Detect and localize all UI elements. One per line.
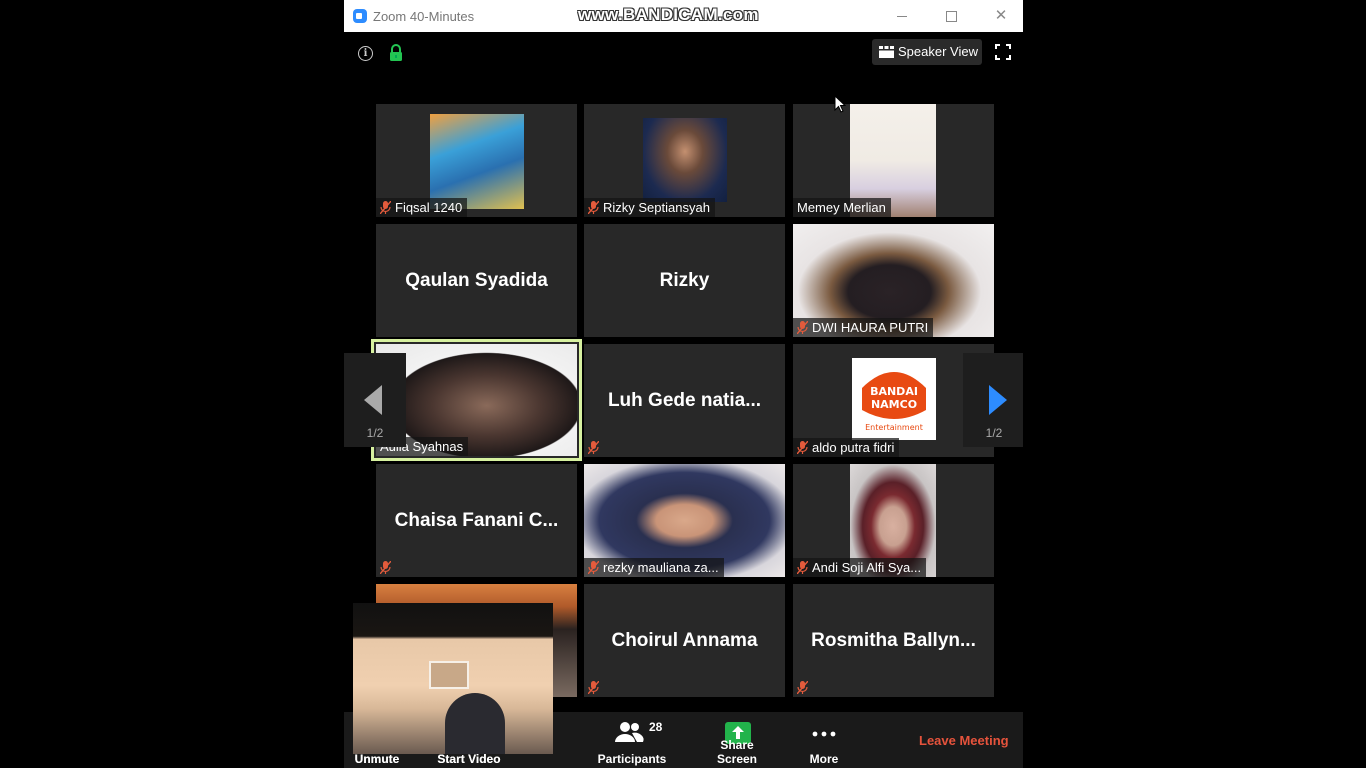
title-bar: Zoom 40-Minutes www.BANDICAM.com ✕ xyxy=(344,0,1023,32)
participant-display-name: Rosmitha Ballyn... xyxy=(811,630,976,651)
encryption-lock-icon[interactable] xyxy=(388,44,404,62)
start-video-overlay-label: Start Video xyxy=(437,752,501,766)
previous-page-button[interactable]: 1/2 xyxy=(344,353,406,447)
participant-name-label: DWI HAURA PUTRI xyxy=(793,318,934,337)
self-view-figure xyxy=(445,693,505,754)
arrow-left-icon xyxy=(364,385,382,415)
close-button[interactable]: ✕ xyxy=(991,6,1011,26)
participant-name-label xyxy=(584,438,608,457)
participant-tile[interactable]: Memey Merlian xyxy=(793,104,994,217)
muted-mic-icon xyxy=(588,441,599,454)
zoom-logo-icon xyxy=(353,9,367,23)
more-button[interactable]: More xyxy=(804,712,844,768)
page-indicator: 1/2 xyxy=(366,426,384,440)
participant-video xyxy=(643,118,727,202)
muted-mic-icon xyxy=(797,441,808,454)
bandai-namco-logo: BANDAI NAMCO Entertainment xyxy=(862,372,926,432)
unmute-overlay-label: Unmute xyxy=(354,752,400,766)
muted-mic-icon xyxy=(588,201,599,214)
speaker-view-button[interactable]: Speaker View xyxy=(872,39,982,65)
participant-name-label xyxy=(376,558,400,577)
participant-display-name: Qaulan Syadida xyxy=(405,270,548,291)
participant-name-label: aldo putra fidri xyxy=(793,438,900,457)
maximize-button[interactable] xyxy=(941,6,961,26)
leave-meeting-button[interactable]: Leave Meeting xyxy=(919,733,1009,748)
fullscreen-icon[interactable] xyxy=(995,44,1011,60)
participant-name-label: Memey Merlian xyxy=(793,198,891,217)
muted-mic-icon xyxy=(380,201,391,214)
participants-button[interactable]: 28 Participants xyxy=(594,712,670,768)
svg-text:NAMCO: NAMCO xyxy=(871,398,917,411)
zoom-window: Zoom 40-Minutes www.BANDICAM.com ✕ i Spe… xyxy=(344,0,1023,768)
participant-display-name: Choirul Annama xyxy=(611,630,758,651)
participants-count: 28 xyxy=(649,720,663,734)
muted-mic-icon xyxy=(588,681,599,694)
share-screen-button[interactable]: Share Screen xyxy=(699,712,775,768)
participant-display-name: Chaisa Fanani C... xyxy=(394,510,559,531)
mouse-cursor-icon xyxy=(834,95,846,113)
participant-tile[interactable]: Rizky xyxy=(584,224,785,337)
participant-tile[interactable]: Chaisa Fanani C... xyxy=(376,464,577,577)
participant-video xyxy=(430,114,524,209)
participant-name-label xyxy=(584,678,608,697)
page-indicator: 1/2 xyxy=(985,426,1003,440)
participants-label: Participants xyxy=(597,752,667,766)
muted-mic-icon xyxy=(797,321,808,334)
participant-tile[interactable]: Andi Soji Alfi Sya... xyxy=(793,464,994,577)
muted-mic-icon xyxy=(380,561,391,574)
participant-name-label: rezky mauliana za... xyxy=(584,558,724,577)
more-label: More xyxy=(809,752,839,766)
self-view-window xyxy=(429,661,469,689)
participant-tile[interactable]: Choirul Annama xyxy=(584,584,785,697)
svg-text:BANDAI: BANDAI xyxy=(870,385,918,398)
muted-mic-icon xyxy=(588,561,599,574)
minimize-button[interactable] xyxy=(892,6,912,26)
recording-watermark: www.BANDICAM.com xyxy=(578,5,759,24)
participant-name-label xyxy=(793,678,817,697)
participant-name-label: Fiqsal 1240 xyxy=(376,198,468,217)
participant-video: BANDAI NAMCO Entertainment xyxy=(852,358,936,440)
muted-mic-icon xyxy=(797,561,808,574)
window-title: Zoom 40-Minutes xyxy=(373,9,475,24)
participant-tile[interactable]: DWI HAURA PUTRI xyxy=(793,224,994,337)
participant-tile[interactable]: Rizky Septiansyah xyxy=(584,104,785,217)
speaker-view-icon xyxy=(879,46,894,58)
speaker-view-label: Speaker View xyxy=(898,44,978,59)
next-page-button[interactable]: 1/2 xyxy=(963,353,1023,447)
participant-tile[interactable]: Qaulan Syadida xyxy=(376,224,577,337)
meeting-info-icon[interactable]: i xyxy=(358,46,373,61)
participant-tile[interactable]: Fiqsal 1240 xyxy=(376,104,577,217)
participant-name-label: Rizky Septiansyah xyxy=(584,198,715,217)
more-icon xyxy=(812,731,836,737)
svg-text:Entertainment: Entertainment xyxy=(865,423,923,432)
participant-display-name: Luh Gede natia... xyxy=(607,390,762,411)
arrow-right-icon xyxy=(989,385,1007,415)
participant-tile[interactable]: rezky mauliana za... xyxy=(584,464,785,577)
participant-display-name: Rizky xyxy=(659,270,710,291)
self-view-video[interactable] xyxy=(353,603,553,754)
muted-mic-icon xyxy=(797,681,808,694)
participants-icon xyxy=(615,722,644,742)
share-screen-label: Share Screen xyxy=(716,738,758,766)
participant-tile[interactable]: Luh Gede natia... xyxy=(584,344,785,457)
participant-tile[interactable]: Rosmitha Ballyn... xyxy=(793,584,994,697)
participant-name-label: Andi Soji Alfi Sya... xyxy=(793,558,927,577)
